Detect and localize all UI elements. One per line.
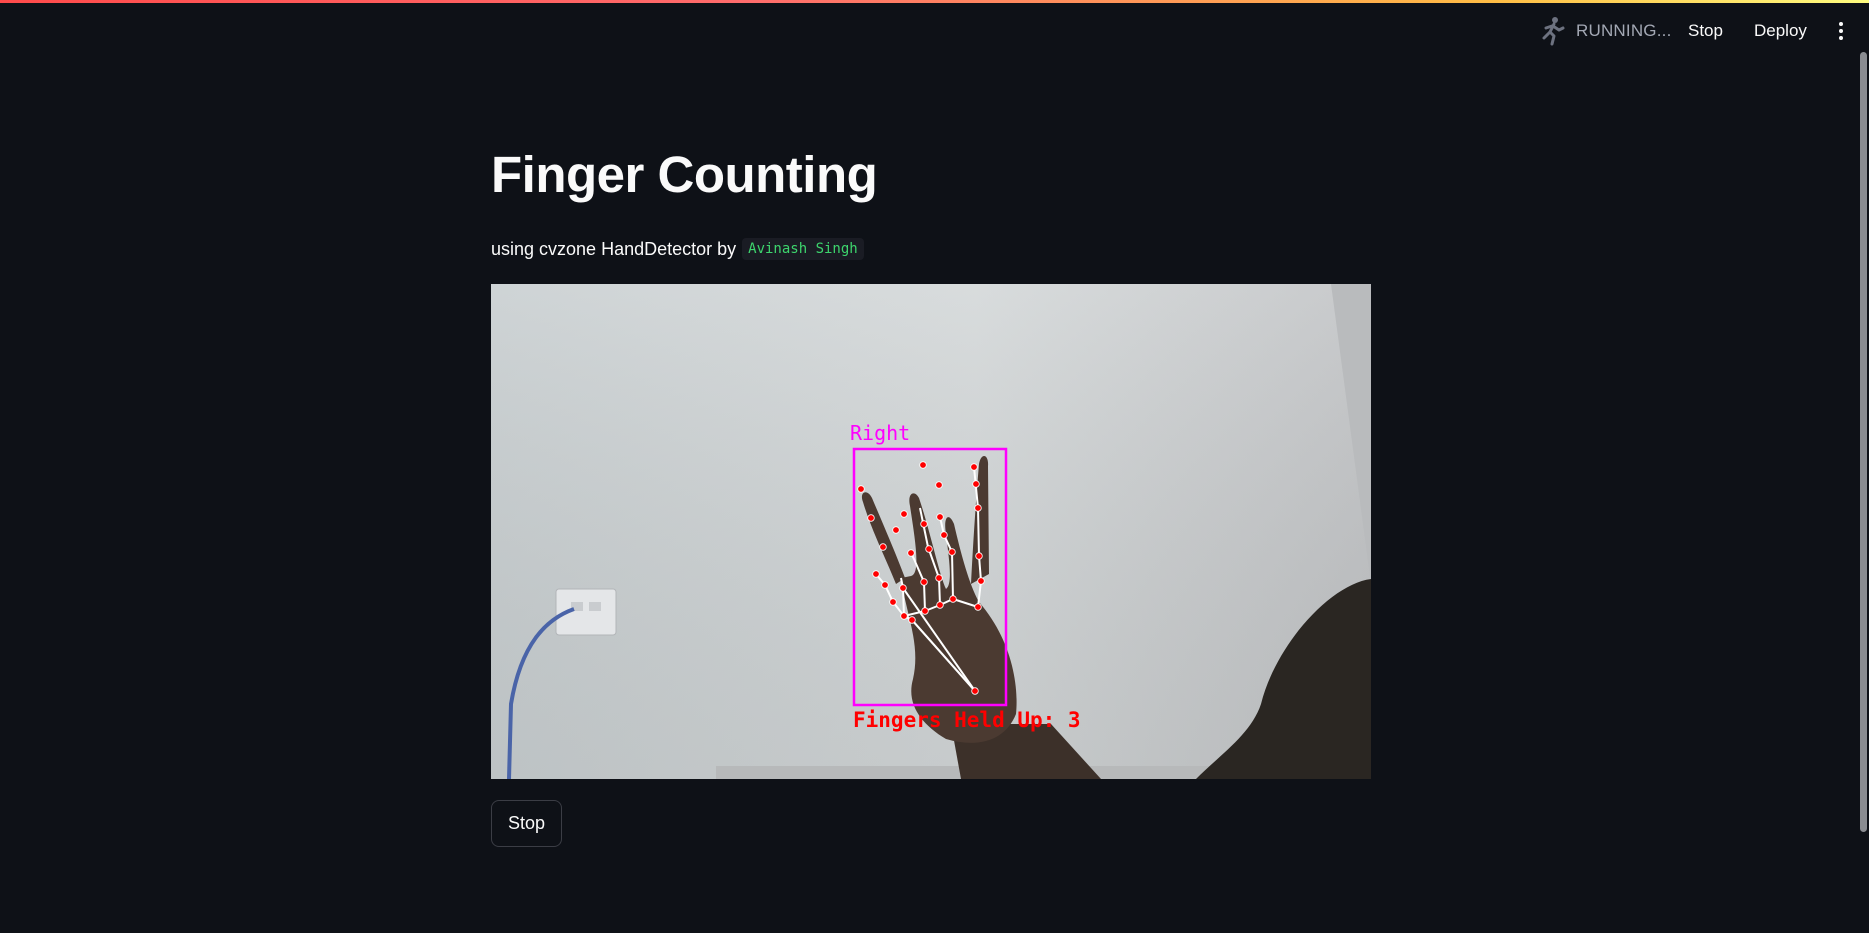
deploy-button[interactable]: Deploy — [1754, 14, 1807, 48]
header-stop-button[interactable]: Stop — [1688, 14, 1723, 48]
running-status: RUNNING... — [1538, 16, 1672, 46]
subtitle: using cvzone HandDetector by Avinash Sin… — [491, 236, 864, 262]
webcam-image: Right Fingers Held Up: 3 — [491, 284, 1371, 779]
page-title: Finger Counting — [491, 146, 878, 203]
status-text: RUNNING... — [1576, 21, 1672, 40]
fingers-count-overlay: Fingers Held Up: 3 — [853, 708, 1081, 732]
scrollbar[interactable] — [1860, 52, 1867, 832]
subtitle-text: using cvzone HandDetector by — [491, 238, 737, 259]
author-code: Avinash Singh — [742, 238, 864, 260]
webcam-video-frame: Right Fingers Held Up: 3 — [491, 284, 1371, 779]
kebab-menu-icon[interactable] — [1832, 18, 1850, 44]
app-header: RUNNING... Stop Deploy — [0, 0, 1869, 60]
hand-label: Right — [850, 421, 910, 445]
running-man-icon — [1542, 17, 1565, 46]
stop-button[interactable]: Stop — [491, 800, 562, 847]
